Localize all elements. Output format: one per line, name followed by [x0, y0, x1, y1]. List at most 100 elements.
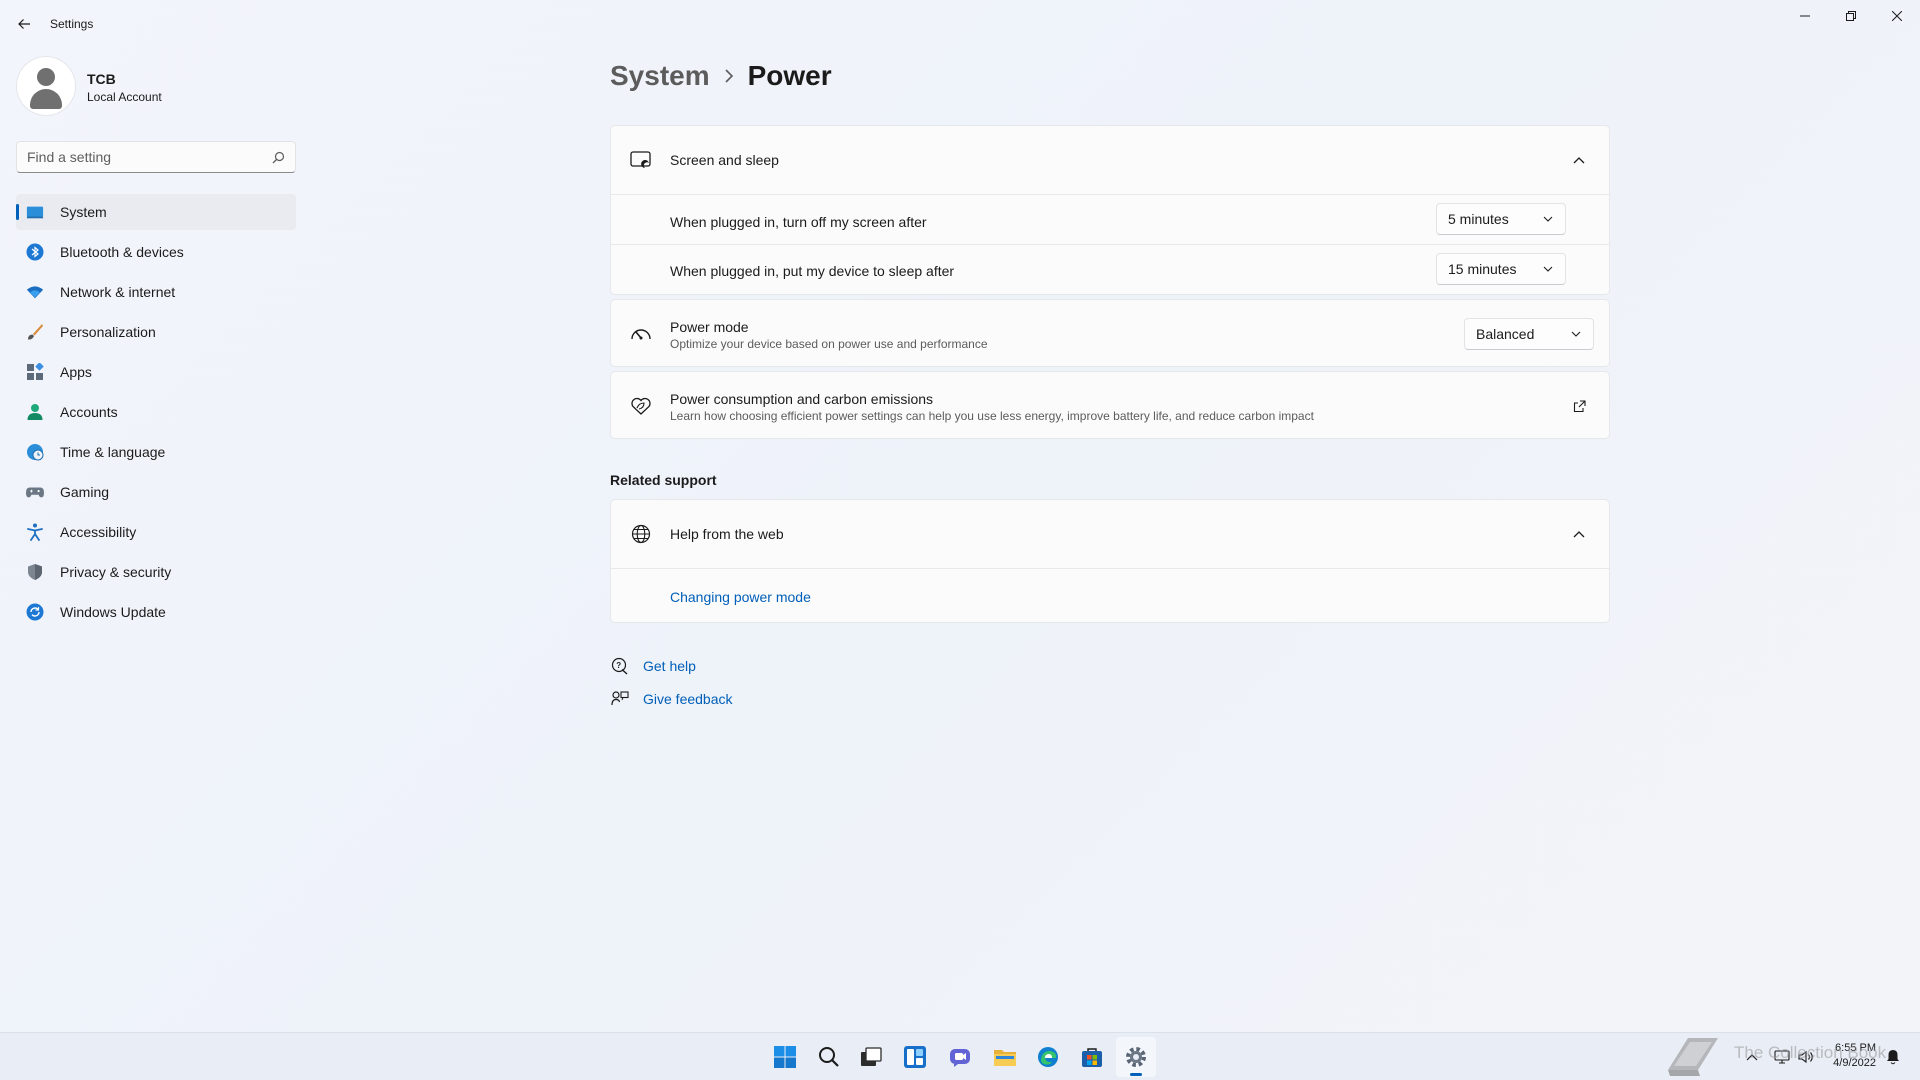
dropdown-value: 5 minutes [1448, 211, 1509, 227]
store-icon[interactable] [1072, 1037, 1112, 1077]
close-button[interactable] [1874, 0, 1920, 32]
power-mode-dropdown[interactable]: Balanced [1464, 318, 1594, 350]
profile-account-type: Local Account [87, 90, 162, 104]
watermark-text: The Collection Book [1734, 1043, 1887, 1062]
sleep-dropdown[interactable]: 15 minutes [1436, 253, 1566, 285]
svg-text:?: ? [616, 661, 621, 670]
profile-name: TCB [87, 71, 116, 87]
chat-icon[interactable] [940, 1037, 980, 1077]
changing-power-mode-link[interactable]: Changing power mode [670, 589, 811, 605]
globe-clock-icon [26, 443, 44, 461]
sidebar-item-label: Apps [60, 364, 92, 380]
give-feedback-row[interactable]: Give feedback [610, 687, 733, 711]
sidebar-item-network[interactable]: Network & internet [16, 274, 296, 310]
sidebar-item-label: Windows Update [60, 604, 166, 620]
screen-sleep-icon [629, 148, 653, 172]
restore-icon [1846, 11, 1856, 21]
sidebar-item-windows-update[interactable]: Windows Update [16, 594, 296, 630]
sidebar-item-label: Accounts [60, 404, 118, 420]
sidebar-item-time-language[interactable]: Time & language [16, 434, 296, 470]
get-help-row[interactable]: ? Get help [610, 654, 696, 678]
shield-icon [26, 563, 44, 581]
search-input[interactable] [27, 142, 267, 172]
restore-button[interactable] [1828, 0, 1874, 32]
search-icon[interactable] [809, 1037, 849, 1077]
chevron-up-icon[interactable] [1571, 152, 1587, 168]
accessibility-icon [26, 523, 44, 541]
power-mode-description: Optimize your device based on power use … [670, 337, 988, 351]
carbon-card[interactable]: Power consumption and carbon emissions L… [610, 371, 1610, 439]
feedback-icon [610, 689, 630, 709]
sidebar-item-label: Time & language [60, 444, 166, 460]
widgets-icon[interactable] [895, 1037, 935, 1077]
start-icon[interactable] [765, 1037, 805, 1077]
sidebar-item-gaming[interactable]: Gaming [16, 474, 296, 510]
sidebar-item-label: Personalization [60, 324, 156, 340]
give-feedback-link[interactable]: Give feedback [643, 691, 733, 707]
sidebar-item-privacy[interactable]: Privacy & security [16, 554, 296, 590]
edge-icon[interactable] [1028, 1037, 1068, 1077]
active-indicator [16, 204, 19, 220]
user-profile[interactable]: TCB Local Account [17, 57, 297, 117]
power-mode-card: Power mode Optimize your device based on… [610, 299, 1610, 367]
sidebar-item-label: Network & internet [60, 284, 176, 300]
dropdown-value: Balanced [1476, 326, 1535, 342]
avatar [17, 57, 75, 115]
sidebar-nav: System Bluetooth & devices Network & int… [16, 194, 296, 634]
external-link-icon[interactable] [1571, 398, 1587, 414]
search-icon[interactable] [272, 151, 285, 164]
chevron-up-icon[interactable] [1571, 526, 1587, 542]
sidebar-item-system[interactable]: System [16, 194, 296, 230]
chevron-down-icon [1571, 331, 1581, 337]
related-support-heading: Related support [610, 472, 717, 488]
app-title: Settings [50, 17, 94, 31]
chevron-right-icon [724, 69, 734, 83]
sidebar-item-accounts[interactable]: Accounts [16, 394, 296, 430]
sidebar-item-label: Gaming [60, 484, 110, 500]
screen-off-dropdown[interactable]: 5 minutes [1436, 203, 1566, 235]
wifi-icon [26, 283, 44, 301]
taskbar: 6:55 PM 4/9/2022 [0, 1032, 1920, 1080]
carbon-description: Learn how choosing efficient power setti… [670, 409, 1314, 423]
screen-sleep-header[interactable]: Screen and sleep [611, 126, 1609, 194]
chevron-down-icon [1543, 216, 1553, 222]
bluetooth-icon [26, 243, 44, 261]
sidebar-item-label: System [60, 204, 107, 220]
help-web-links: Changing power mode [611, 568, 1609, 623]
screen-off-row: When plugged in, turn off my screen afte… [611, 194, 1609, 244]
file-explorer-icon[interactable] [985, 1037, 1025, 1077]
gamepad-icon [26, 483, 44, 501]
help-web-header[interactable]: Help from the web [611, 500, 1609, 568]
breadcrumb-parent[interactable]: System [610, 60, 710, 92]
help-web-title: Help from the web [670, 526, 784, 542]
chevron-down-icon [1543, 266, 1553, 272]
sidebar-item-apps[interactable]: Apps [16, 354, 296, 390]
system-icon [26, 203, 44, 221]
power-mode-title: Power mode [670, 319, 749, 335]
sidebar-item-label: Bluetooth & devices [60, 244, 184, 260]
sleep-row: When plugged in, put my device to sleep … [611, 244, 1609, 294]
settings-icon[interactable] [1116, 1037, 1156, 1077]
carbon-title: Power consumption and carbon emissions [670, 391, 934, 407]
notification-icon[interactable] [1886, 1049, 1900, 1065]
apps-icon [26, 363, 44, 381]
settings-search [16, 141, 296, 173]
leaf-heart-icon [629, 394, 653, 418]
get-help-link[interactable]: Get help [643, 658, 696, 674]
minimize-icon [1800, 15, 1810, 17]
gauge-icon [629, 322, 653, 346]
brush-icon [26, 323, 44, 341]
breadcrumb: System Power [610, 54, 832, 98]
back-arrow-icon [18, 19, 30, 29]
screen-sleep-card: Screen and sleep When plugged in, turn o… [610, 125, 1610, 295]
title-bar: Settings [0, 0, 1920, 48]
back-button[interactable] [10, 10, 38, 38]
sidebar-item-bluetooth[interactable]: Bluetooth & devices [16, 234, 296, 270]
sidebar-item-accessibility[interactable]: Accessibility [16, 514, 296, 550]
sleep-label: When plugged in, put my device to sleep … [670, 263, 955, 279]
sidebar-item-personalization[interactable]: Personalization [16, 314, 296, 350]
dropdown-value: 15 minutes [1448, 261, 1517, 277]
minimize-button[interactable] [1782, 0, 1828, 32]
task-view-icon[interactable] [851, 1037, 891, 1077]
globe-icon [629, 522, 653, 546]
